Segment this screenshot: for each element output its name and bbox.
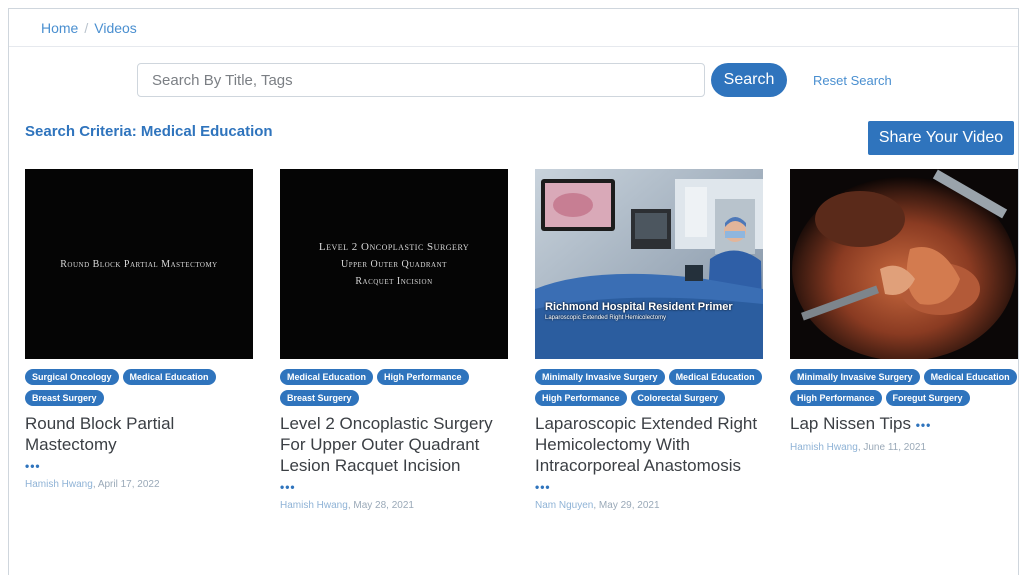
thumbnail-caption-line: Richmond Hospital Resident Primer	[545, 301, 733, 313]
search-input[interactable]	[137, 63, 705, 97]
video-card: Level 2 Oncoplastic Surgery Upper Outer …	[280, 169, 508, 511]
share-video-button[interactable]: Share Your Video	[868, 121, 1014, 155]
breadcrumb-videos-link[interactable]: Videos	[94, 20, 137, 36]
laparoscopic-view-image	[790, 169, 1018, 359]
tag-list: Medical Education High Performance Breas…	[280, 369, 508, 406]
video-author[interactable]: Hamish Hwang	[790, 442, 858, 453]
thumbnail-caption-line: Level 2 Oncoplastic Surgery	[318, 240, 470, 253]
video-thumbnail[interactable]: Level 2 Oncoplastic Surgery Upper Outer …	[280, 169, 508, 359]
tag[interactable]: Surgical Oncology	[25, 369, 119, 385]
video-card: Minimally Invasive Surgery Medical Educa…	[790, 169, 1018, 511]
video-title[interactable]: Lap Nissen Tips •••	[790, 413, 1018, 436]
more-options-icon[interactable]: •••	[535, 480, 763, 494]
search-criteria: Search Criteria: Medical Education	[25, 123, 273, 140]
tag[interactable]: Minimally Invasive Surgery	[790, 369, 920, 385]
tag-list: Minimally Invasive Surgery Medical Educa…	[535, 369, 763, 406]
tag-list: Minimally Invasive Surgery Medical Educa…	[790, 369, 1018, 406]
video-title-text[interactable]: Lap Nissen Tips	[790, 414, 911, 433]
video-thumbnail[interactable]	[790, 169, 1018, 359]
breadcrumb-separator: /	[84, 19, 89, 36]
video-card: Richmond Hospital Resident Primer Laparo…	[535, 169, 763, 511]
video-thumbnail[interactable]: Round Block Partial Mastectomy	[25, 169, 253, 359]
video-meta: Nam Nguyen, May 29, 2021	[535, 500, 660, 511]
video-author[interactable]: Hamish Hwang	[280, 500, 348, 511]
breadcrumb: Home / Videos	[9, 9, 1018, 47]
operating-room-image	[535, 169, 763, 359]
tag[interactable]: Foregut Surgery	[885, 390, 970, 406]
tag-list: Surgical Oncology Medical Education Brea…	[25, 369, 253, 406]
app-frame: Home / Videos Search Reset Search Search…	[8, 8, 1019, 575]
tag[interactable]: Medical Education	[280, 369, 374, 385]
video-grid: Round Block Partial Mastectomy Surgical …	[25, 169, 1018, 511]
tag[interactable]: Colorectal Surgery	[630, 390, 726, 406]
thumbnail-caption-line: Laparoscopic Extended Right Hemicolectom…	[545, 315, 667, 321]
video-date: June 11, 2021	[863, 442, 927, 453]
thumbnail-caption-line: Racquet Incision	[355, 275, 433, 287]
reset-search-link[interactable]: Reset Search	[813, 73, 892, 88]
video-meta: Hamish Hwang, April 17, 2022	[25, 479, 160, 490]
video-date: April 17, 2022	[97, 479, 160, 490]
video-thumbnail[interactable]: Richmond Hospital Resident Primer Laparo…	[535, 169, 763, 359]
tag[interactable]: Medical Education	[668, 369, 762, 385]
tag[interactable]: High Performance	[377, 369, 469, 385]
tag[interactable]: Minimally Invasive Surgery	[535, 369, 665, 385]
thumbnail-caption: Richmond Hospital Resident Primer Laparo…	[545, 301, 733, 321]
more-options-icon[interactable]: •••	[25, 459, 253, 473]
breadcrumb-home-link[interactable]: Home	[41, 20, 78, 36]
video-title[interactable]: Level 2 Oncoplastic Surgery For Upper Ou…	[280, 413, 508, 476]
tag[interactable]: Breast Surgery	[25, 390, 104, 406]
video-date: May 28, 2021	[353, 500, 414, 511]
tag[interactable]: Breast Surgery	[280, 390, 359, 406]
video-author[interactable]: Nam Nguyen	[535, 500, 593, 511]
video-meta: Hamish Hwang, May 28, 2021	[280, 500, 414, 511]
more-options-icon[interactable]: •••	[916, 418, 932, 432]
video-meta: Hamish Hwang, June 11, 2021	[790, 442, 927, 453]
more-options-icon[interactable]: •••	[280, 480, 508, 494]
thumbnail-caption: Round Block Partial Mastectomy	[60, 258, 218, 270]
video-title[interactable]: Round Block Partial Mastectomy	[25, 413, 253, 455]
video-date: May 29, 2021	[598, 500, 660, 511]
search-bar: Search Reset Search	[137, 62, 892, 98]
thumbnail-caption: Level 2 Oncoplastic Surgery Upper Outer …	[319, 239, 469, 290]
tag[interactable]: High Performance	[535, 390, 627, 406]
search-button[interactable]: Search	[711, 63, 787, 97]
tag[interactable]: High Performance	[790, 390, 882, 406]
tag[interactable]: Medical Education	[122, 369, 216, 385]
video-card: Round Block Partial Mastectomy Surgical …	[25, 169, 253, 511]
tag[interactable]: Medical Education	[923, 369, 1017, 385]
video-author[interactable]: Hamish Hwang	[25, 479, 93, 490]
thumbnail-caption-line: Upper Outer Quadrant	[341, 258, 447, 270]
video-title[interactable]: Laparoscopic Extended Right Hemicolectom…	[535, 413, 763, 476]
